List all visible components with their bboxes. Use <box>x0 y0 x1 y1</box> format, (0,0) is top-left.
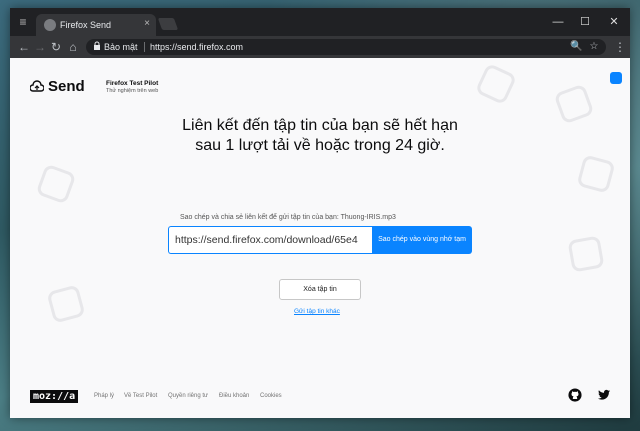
secure-label: Bảo mật <box>104 42 138 52</box>
decorative-image-icon <box>553 83 595 125</box>
reload-button[interactable]: ↻ <box>48 39 64 55</box>
send-another-file-link[interactable]: Gửi tập tin khác <box>294 308 340 315</box>
minimize-button[interactable]: — <box>546 12 570 32</box>
browser-window: ≡ Firefox Send × — ☐ ✕ ← → ↻ ⌂ Bảo mật h… <box>10 8 630 418</box>
decorative-doc-icon <box>576 154 616 194</box>
decorative-music-icon <box>567 235 605 273</box>
footer-link-legal[interactable]: Pháp lý <box>94 393 114 399</box>
zoom-icon[interactable]: 🔍 <box>570 41 582 53</box>
feedback-button[interactable] <box>610 72 622 84</box>
footer-link-terms[interactable]: Điều khoản <box>219 393 249 399</box>
forward-button[interactable]: → <box>32 39 48 55</box>
decorative-zip-icon <box>474 62 518 106</box>
tab-close-icon[interactable]: × <box>144 18 150 29</box>
copy-instructions: Sao chép và chia sẻ liên kết để gửi tập … <box>180 214 396 221</box>
url-text[interactable]: https://send.firefox.com <box>150 42 243 52</box>
expiry-headline: Liên kết đến tập tin của bạn sẽ hết hạn … <box>182 117 458 154</box>
tab-favicon-icon <box>44 19 56 31</box>
share-link-field[interactable]: https://send.firefox.com/download/65e4 <box>168 226 372 254</box>
test-pilot-subtitle: Thử nghiệm trên web <box>106 88 159 94</box>
send-cloud-icon <box>30 80 44 92</box>
title-bar: ≡ Firefox Send × — ☐ ✕ <box>10 8 630 36</box>
lock-icon <box>94 41 100 50</box>
page-content: Send Firefox Test Pilot Thử nghiệm trên … <box>10 58 630 418</box>
close-window-button[interactable]: ✕ <box>602 12 626 32</box>
delete-file-button[interactable]: Xóa tập tin <box>279 279 361 300</box>
home-button[interactable]: ⌂ <box>65 39 81 55</box>
tab-title: Firefox Send <box>60 20 112 30</box>
logo-text: Send <box>48 78 85 95</box>
browser-menu-icon[interactable]: ⋮ <box>614 39 626 55</box>
mozilla-logo[interactable]: moz://a <box>30 390 79 403</box>
twitter-icon[interactable] <box>597 388 611 402</box>
maximize-button[interactable]: ☐ <box>573 12 597 32</box>
address-bar[interactable]: Bảo mật https://send.firefox.com 🔍 ☆ <box>86 39 606 55</box>
new-tab-button[interactable] <box>157 18 179 30</box>
browser-toolbar: ← → ↻ ⌂ Bảo mật https://send.firefox.com… <box>10 36 630 58</box>
github-icon[interactable] <box>568 388 582 402</box>
bookmark-star-icon[interactable]: ☆ <box>588 41 600 53</box>
decorative-file-icon <box>35 163 77 205</box>
address-separator <box>144 42 145 52</box>
footer-link-cookies[interactable]: Cookies <box>260 393 282 399</box>
footer-link-about[interactable]: Về Test Pilot <box>124 393 157 399</box>
back-button[interactable]: ← <box>16 39 32 55</box>
test-pilot-title: Firefox Test Pilot <box>106 80 159 87</box>
decorative-photo-icon <box>46 284 86 324</box>
tab-firefox-send[interactable]: Firefox Send × <box>36 14 156 36</box>
browser-app-icon[interactable]: ≡ <box>16 15 30 29</box>
footer-link-privacy[interactable]: Quyền riêng tư <box>168 393 208 399</box>
copy-to-clipboard-button[interactable]: Sao chép vào vùng nhớ tạm <box>372 226 472 254</box>
